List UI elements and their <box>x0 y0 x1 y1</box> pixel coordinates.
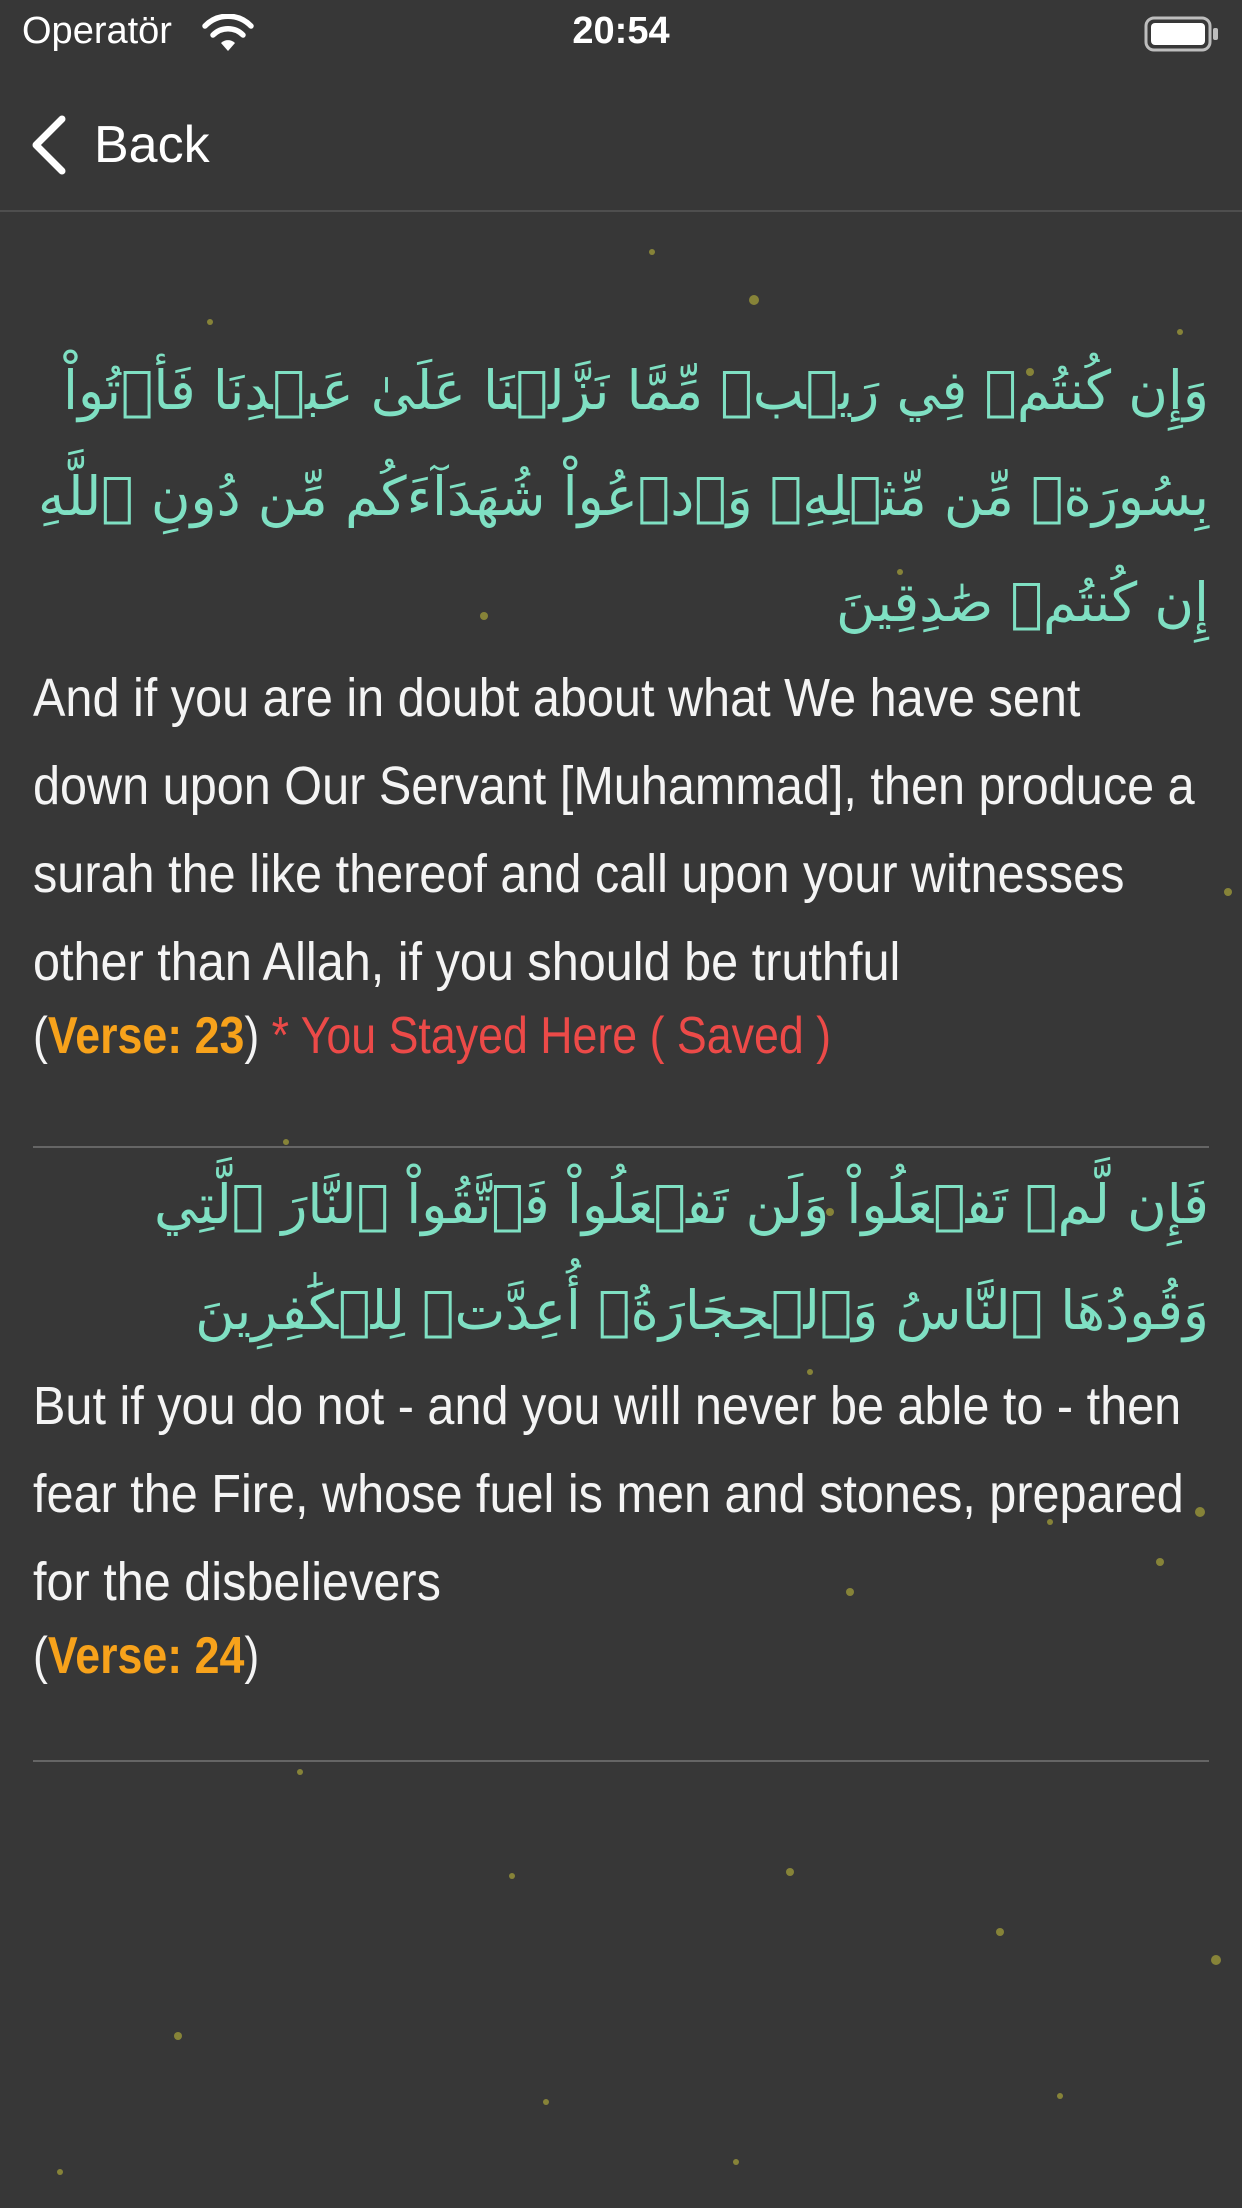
verse-arabic-text: وَإِن كُنتُمۡ فِي رَيۡبٖ مِّمَّا نَزَّلۡ… <box>38 359 1209 634</box>
status-bar: Operatör 20:54 <box>0 0 1242 66</box>
verse-translation: But if you do not - and you will never b… <box>33 1376 1184 1612</box>
navigation-bar: Back <box>0 66 1242 212</box>
saved-bookmark-note: * You Stayed Here ( Saved ) <box>271 1007 832 1065</box>
verse-number-line: (Verse: 23) * You Stayed Here ( Saved ) <box>33 996 1203 1076</box>
close-paren: ) <box>244 1007 260 1065</box>
verse-item[interactable]: فَإِن لَّمۡ تَفۡعَلُواْ وَلَن تَفۡعَلُوا… <box>33 1148 1209 1762</box>
verse-divider <box>33 1760 1209 1762</box>
verse-number: Verse: 23 <box>47 1007 245 1065</box>
verse-item[interactable]: وَإِن كُنتُمۡ فِي رَيۡبٖ مِّمَّا نَزَّلۡ… <box>33 212 1209 1148</box>
verse-list: وَإِن كُنتُمۡ فِي رَيۡبٖ مِّمَّا نَزَّلۡ… <box>33 212 1209 1762</box>
close-paren: ) <box>244 1627 260 1685</box>
chevron-left-icon <box>32 115 66 175</box>
verse-number-line: (Verse: 24) <box>33 1616 1203 1696</box>
open-paren: ( <box>33 1627 48 1685</box>
back-button[interactable]: Back <box>26 110 210 180</box>
verse-arabic-text: فَإِن لَّمۡ تَفۡعَلُواْ وَلَن تَفۡعَلُوا… <box>154 1173 1209 1342</box>
open-paren: ( <box>33 1007 48 1065</box>
status-time: 20:54 <box>572 10 670 52</box>
battery-icon <box>1144 16 1218 52</box>
back-button-label: Back <box>94 116 210 174</box>
verse-translation: And if you are in doubt about what We ha… <box>33 668 1195 992</box>
verse-number: Verse: 24 <box>47 1627 245 1685</box>
